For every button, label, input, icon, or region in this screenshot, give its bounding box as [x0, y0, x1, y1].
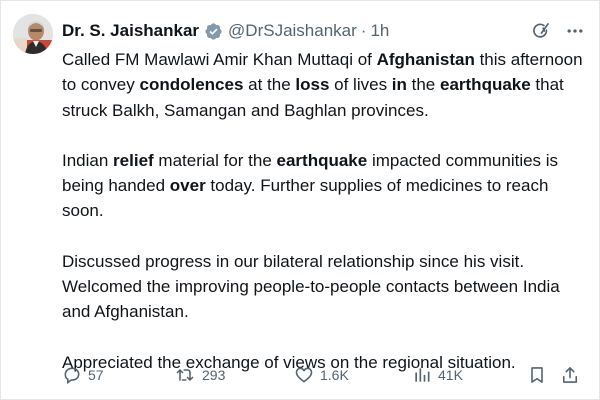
post-time[interactable]: 1h — [370, 21, 389, 41]
like-button[interactable]: 1.6K — [294, 363, 349, 387]
text-segment: the — [406, 75, 440, 95]
tweet-card[interactable]: Dr. S. Jaishankar @DrSJaishankar · 1h Ca… — [0, 0, 600, 400]
highlighted-word: loss — [295, 75, 330, 95]
tweet-text: Called FM Mawlawi Amir Khan Muttaqi of A… — [62, 47, 587, 400]
bookmark-button[interactable] — [527, 363, 547, 387]
highlighted-word: earthquake — [276, 150, 368, 170]
repost-icon — [174, 365, 196, 385]
text-segment: Indian — [62, 150, 114, 170]
text-segment: Called FM Mawlawi Amir Khan Muttaqi of — [62, 50, 377, 69]
tweet-paragraph: Discussed progress in our bilateral rela… — [62, 249, 587, 325]
action-bar: 57 293 1.6K 41K — [62, 363, 582, 387]
repost-count: 293 — [202, 367, 226, 383]
tweet-paragraph: Called FM Mawlawi Amir Khan Muttaqi of A… — [62, 47, 587, 123]
text-segment: Discussed progress in our bilateral rela… — [62, 251, 560, 322]
bookmark-icon — [527, 365, 547, 385]
reply-icon — [62, 365, 82, 385]
views-icon — [412, 365, 432, 385]
text-segment: of lives — [329, 75, 392, 95]
text-segment: at the — [243, 75, 296, 95]
like-icon — [294, 365, 314, 385]
highlighted-word: earthquake — [440, 75, 531, 95]
repost-button[interactable]: 293 — [174, 363, 225, 387]
views-button[interactable]: 41K — [412, 363, 463, 387]
author-handle[interactable]: @DrSJaishankar — [228, 21, 357, 41]
highlighted-word: condolences — [139, 75, 244, 95]
header-actions — [531, 21, 585, 41]
avatar[interactable] — [13, 14, 53, 54]
like-count: 1.6K — [320, 367, 349, 383]
reply-button[interactable]: 57 — [62, 363, 104, 387]
share-button[interactable] — [560, 363, 580, 387]
reply-count: 57 — [88, 367, 104, 383]
author-name[interactable]: Dr. S. Jaishankar — [62, 21, 199, 41]
highlighted-word: relief — [113, 150, 154, 170]
verified-badge-icon — [204, 22, 223, 41]
text-segment: material for the — [153, 150, 277, 170]
header-separator: · — [360, 21, 367, 40]
highlighted-word: Afghanistan — [376, 50, 475, 69]
tweet-paragraph: Indian relief material for the earthquak… — [62, 148, 587, 224]
share-icon — [560, 365, 580, 385]
more-icon[interactable] — [565, 21, 585, 41]
highlighted-word: in — [391, 75, 407, 95]
highlighted-word: over — [169, 176, 206, 196]
grok-icon[interactable] — [531, 21, 551, 41]
views-count: 41K — [438, 367, 463, 383]
tweet-header: Dr. S. Jaishankar @DrSJaishankar · 1h — [62, 18, 585, 44]
